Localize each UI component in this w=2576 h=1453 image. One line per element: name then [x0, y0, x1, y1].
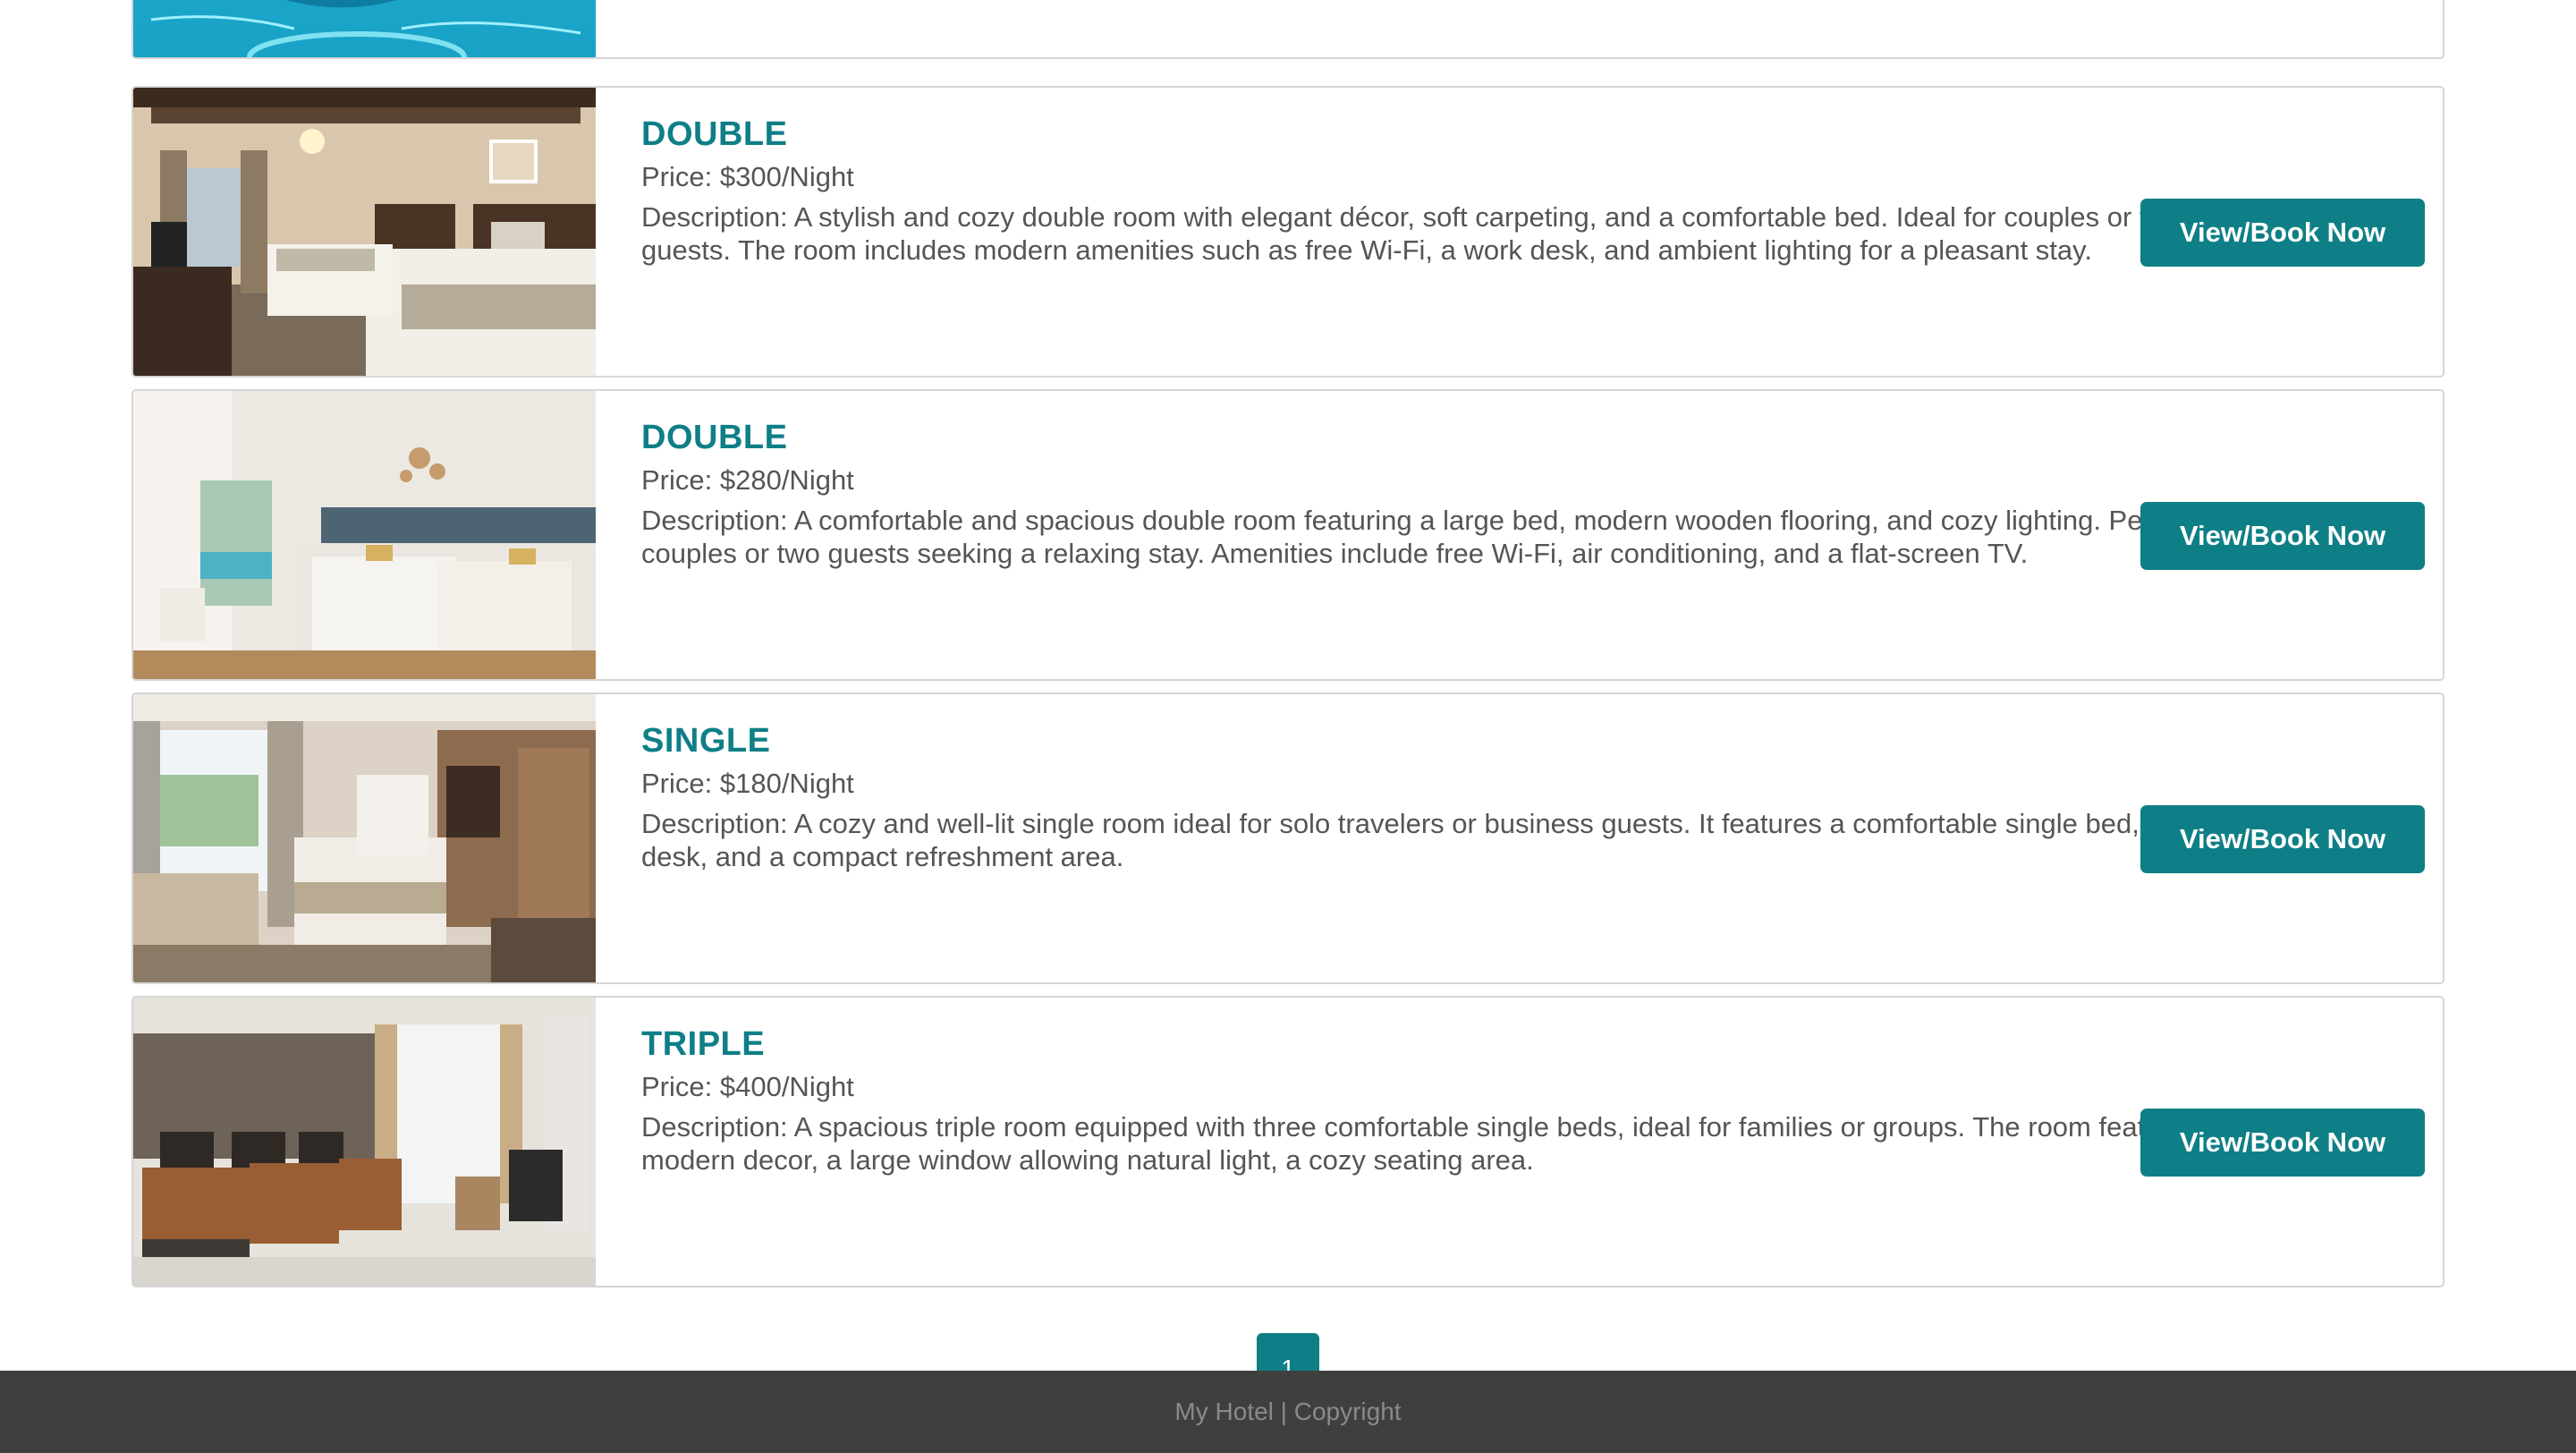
room-info: DOUBLE Price: $300/Night Description: A …: [641, 115, 2251, 267]
room-card-pool: [131, 0, 2445, 59]
pool-photo: [133, 0, 596, 57]
room-title: TRIPLE: [641, 1025, 766, 1063]
room-price: Price: $180/Night: [641, 768, 854, 799]
view-book-now-button[interactable]: View/Book Now: [2140, 805, 2425, 873]
room-price: Price: $400/Night: [641, 1071, 854, 1102]
footer: My Hotel | Copyright: [0, 1371, 2576, 1453]
room-title: DOUBLE: [641, 419, 788, 456]
room-image: [133, 694, 596, 982]
room-description: Description: A stylish and cozy double r…: [641, 201, 2183, 266]
room-title: DOUBLE: [641, 115, 788, 153]
room-title: SINGLE: [641, 722, 771, 760]
view-book-now-button[interactable]: View/Book Now: [2140, 502, 2425, 570]
view-book-now-button[interactable]: View/Book Now: [2140, 1109, 2425, 1177]
view-book-now-button[interactable]: View/Book Now: [2140, 199, 2425, 267]
footer-text: My Hotel | Copyright: [1174, 1398, 1402, 1425]
room-description: Description: A cozy and well-lit single …: [641, 808, 2229, 872]
room-image-pool: [133, 0, 596, 57]
room-card: SINGLE Price: $180/Night Description: A …: [131, 693, 2445, 984]
room-price: Price: $280/Night: [641, 464, 854, 496]
room-image: [133, 998, 596, 1286]
page: DOUBLE Price: $300/Night Description: A …: [0, 0, 2576, 1453]
room-info: TRIPLE Price: $400/Night Description: A …: [641, 1024, 2251, 1177]
room-image: [133, 88, 596, 376]
triple-room-photo: [133, 998, 596, 1286]
double-room-photo: [133, 391, 596, 679]
room-description: Description: A spacious triple room equi…: [641, 1111, 2199, 1176]
room-card: DOUBLE Price: $280/Night Description: A …: [131, 389, 2445, 681]
room-price: Price: $300/Night: [641, 161, 854, 192]
room-info: DOUBLE Price: $280/Night Description: A …: [641, 418, 2251, 570]
room-card: DOUBLE Price: $300/Night Description: A …: [131, 86, 2445, 378]
room-card: TRIPLE Price: $400/Night Description: A …: [131, 996, 2445, 1287]
single-room-photo: [133, 694, 596, 982]
double-room-photo: [133, 88, 596, 376]
room-description: Description: A comfortable and spacious …: [641, 505, 2237, 569]
room-info: SINGLE Price: $180/Night Description: A …: [641, 721, 2251, 873]
room-image: [133, 391, 596, 679]
